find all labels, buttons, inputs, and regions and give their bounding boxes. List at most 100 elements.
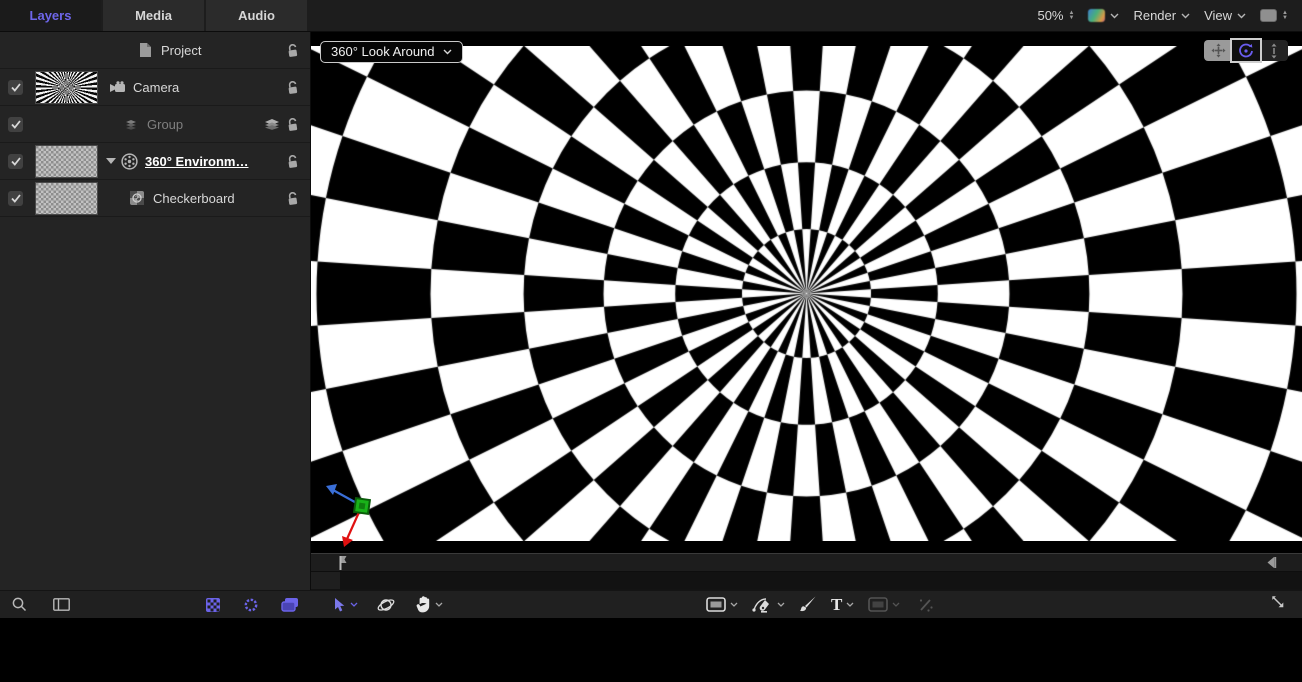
chevron-down-icon — [350, 602, 358, 607]
orbit-rotate-icon — [1238, 43, 1254, 59]
chevron-down-icon — [443, 49, 452, 55]
layer-row-checkerboard[interactable]: 2 Checkerboard — [0, 180, 310, 217]
chevron-down-icon — [730, 602, 738, 607]
color-channels-control[interactable] — [1088, 9, 1119, 22]
visibility-checkbox[interactable] — [8, 117, 23, 132]
unlock-icon[interactable] — [285, 116, 301, 133]
visibility-checkbox[interactable] — [8, 80, 23, 95]
tab-audio[interactable]: Audio — [206, 0, 307, 31]
walk-mode-button[interactable] — [1260, 40, 1288, 61]
look-around-dropdown[interactable]: 360° Look Around — [320, 41, 463, 63]
mask-tool-disabled — [868, 597, 900, 612]
display-mode-stepper-icon[interactable]: ▲▼ — [1282, 11, 1288, 21]
layer-row-camera[interactable]: Camera — [0, 69, 310, 106]
tab-media[interactable]: Media — [103, 0, 204, 31]
timeline-range-strip[interactable] — [311, 572, 1302, 589]
color-channels-icon — [1088, 9, 1105, 22]
canvas-toolbar: T — [311, 590, 1302, 618]
unlock-icon[interactable] — [285, 42, 301, 59]
timeline-track[interactable] — [311, 554, 1302, 572]
unlock-icon[interactable] — [285, 153, 301, 170]
hand-icon — [416, 596, 431, 613]
text-tool-glyph: T — [831, 595, 842, 615]
camera-thumbnail[interactable] — [35, 71, 98, 104]
camera-icon — [108, 81, 126, 93]
timeline-expand-control[interactable] — [1270, 594, 1286, 615]
motion-app-window: Layers Media Audio 50% ▲▼ Render View — [0, 0, 1302, 618]
magic-wand-icon — [918, 597, 934, 613]
pan-mode-button[interactable] — [1204, 40, 1232, 61]
z-axis-arrow — [326, 484, 337, 495]
zoom-level-control[interactable]: 50% ▲▼ — [1037, 8, 1074, 23]
search-icon[interactable] — [12, 597, 27, 612]
list-layout-icon[interactable] — [53, 598, 70, 611]
screen-letterbox — [0, 618, 1302, 682]
document-icon — [136, 42, 154, 58]
diagonal-resize-icon — [1270, 594, 1286, 610]
layer-row-project[interactable]: Project — [0, 32, 310, 69]
top-toolbar: Layers Media Audio 50% ▲▼ Render View — [0, 0, 1302, 32]
view-menu[interactable]: View — [1204, 8, 1246, 23]
brush-icon — [799, 596, 817, 613]
unlock-icon[interactable] — [285, 79, 301, 96]
show-generators-checkerboard-icon[interactable] — [205, 597, 221, 613]
environment-thumbnail[interactable] — [35, 145, 98, 178]
canvas-viewport[interactable]: 360° Look Around — [311, 32, 1302, 553]
checkerboard-thumbnail[interactable] — [35, 182, 98, 215]
move-arrows-icon — [1211, 43, 1226, 58]
paint-stroke-tool[interactable] — [799, 596, 817, 613]
pan-hand-tool[interactable] — [416, 596, 443, 613]
text-tool[interactable]: T — [831, 595, 854, 615]
layer-name[interactable]: 360° Environm… — [145, 154, 248, 169]
visibility-checkbox[interactable] — [8, 154, 23, 169]
mask-rect-icon — [868, 597, 888, 612]
layer-row-360-environment[interactable]: 360° Environm… — [0, 143, 310, 180]
rectangle-shape-tool[interactable] — [706, 597, 738, 612]
display-mode-control[interactable]: ▲▼ — [1260, 9, 1288, 22]
tab-layers[interactable]: Layers — [0, 0, 101, 31]
timeline-range-handle[interactable] — [311, 572, 340, 589]
disclosure-triangle-icon[interactable] — [106, 158, 116, 164]
checkerboard-generator-icon: 2 — [128, 190, 146, 206]
mini-timeline[interactable] — [311, 553, 1302, 590]
layer-name[interactable]: Checkerboard — [153, 191, 235, 206]
end-of-project-marker[interactable] — [1266, 556, 1278, 569]
group-icon — [122, 119, 140, 130]
3d-axis-gizmo[interactable] — [317, 477, 381, 553]
chevron-down-icon — [846, 602, 854, 607]
360-environment-canvas[interactable] — [311, 46, 1302, 541]
chevron-down-icon — [892, 602, 900, 607]
adjust-item-tool-disabled — [918, 597, 934, 613]
view-menu-label: View — [1204, 8, 1232, 23]
3d-transform-tool[interactable] — [376, 596, 396, 614]
zoom-level-value: 50% — [1037, 8, 1063, 23]
layers-panel-footer — [0, 590, 311, 618]
layer-name[interactable]: Group — [147, 117, 183, 132]
3d-orbit-icon — [376, 596, 396, 614]
playhead-marker[interactable] — [335, 555, 347, 571]
layers-panel: Project Camera — [0, 32, 311, 590]
display-mode-icon — [1260, 9, 1277, 22]
show-layers-stack-icon[interactable] — [281, 597, 299, 612]
render-menu-label: Render — [1133, 8, 1176, 23]
zoom-stepper-icon[interactable]: ▲▼ — [1069, 11, 1075, 21]
visibility-checkbox[interactable] — [8, 191, 23, 206]
panel-tabs: Layers Media Audio — [0, 0, 309, 31]
pen-icon — [752, 597, 773, 613]
show-filters-gear-icon[interactable] — [243, 597, 259, 613]
rounded-rect-icon — [706, 597, 726, 612]
look-around-label: 360° Look Around — [331, 44, 435, 59]
sphere-360-icon — [120, 153, 138, 170]
layer-row-group[interactable]: Group — [0, 106, 310, 143]
layer-stack-icon[interactable] — [264, 118, 280, 130]
look-around-mode-segmented-control — [1204, 40, 1288, 61]
chevron-down-icon — [777, 602, 785, 607]
layer-name[interactable]: Camera — [133, 80, 179, 95]
unlock-icon[interactable] — [285, 190, 301, 207]
select-transform-tool[interactable] — [333, 597, 358, 613]
chevron-down-icon — [1237, 13, 1246, 19]
layer-name[interactable]: Project — [161, 43, 201, 58]
bezier-pen-tool[interactable] — [752, 597, 785, 613]
orbit-mode-button-selected[interactable] — [1232, 40, 1260, 61]
render-menu[interactable]: Render — [1133, 8, 1190, 23]
